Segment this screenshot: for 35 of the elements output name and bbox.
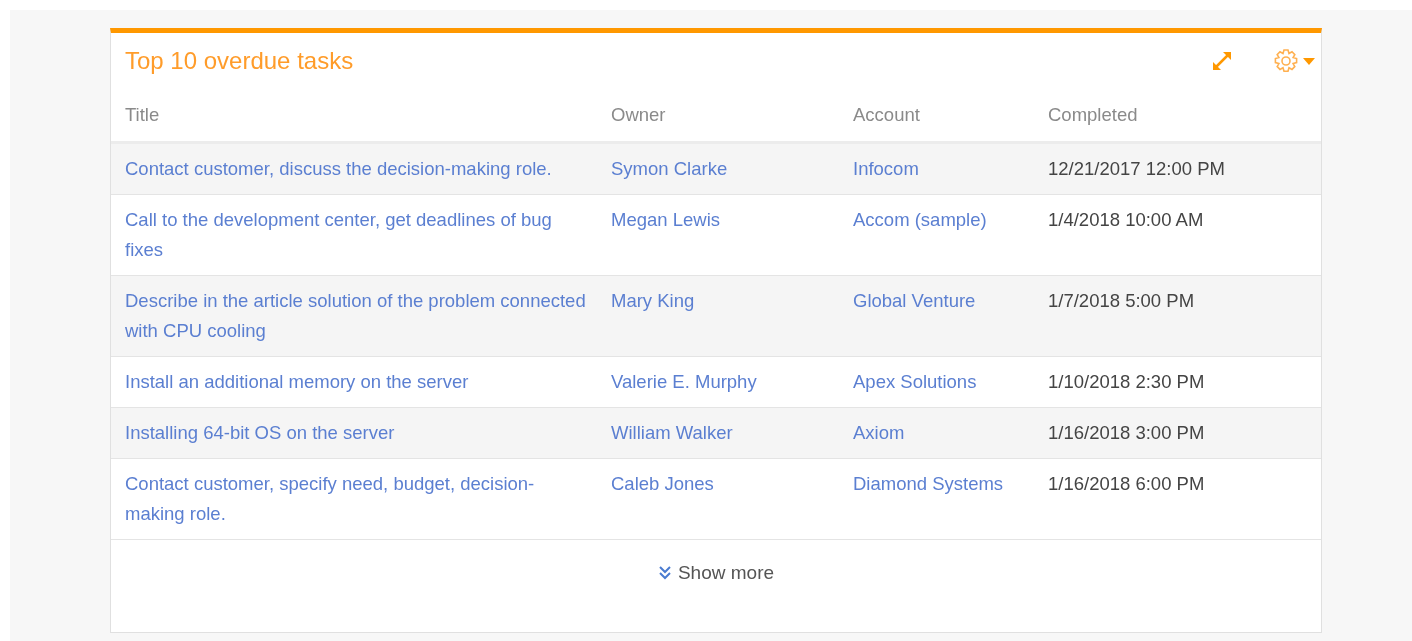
show-more-button[interactable]: Show more [657, 562, 775, 584]
date-cell-text: 1/7/2018 5:00 PM [1048, 289, 1196, 313]
date-cell-text: 1/10/2018 2:30 PM [1048, 370, 1206, 394]
owner-link[interactable]: Caleb Jones [611, 469, 853, 529]
owner-link[interactable]: Mary King [611, 286, 853, 346]
owner-link[interactable]: Symon Clarke [611, 154, 853, 184]
task-link[interactable]: Install an additional memory on the server [125, 367, 611, 397]
column-header[interactable]: Completed [1048, 104, 1307, 126]
date-cell-text: 12/21/2017 12:00 PM [1048, 157, 1226, 181]
column-header[interactable]: Account [853, 104, 1048, 126]
date-cell-text: 1/4/2018 10:00 AM [1048, 208, 1205, 232]
caret-icon [1303, 57, 1315, 65]
task-link[interactable]: Call to the development center, get deadlines of bug fixes [125, 205, 611, 265]
column-header[interactable]: Owner [611, 104, 853, 126]
task-link[interactable]: Contact customer, specify need, budget, decision-making role. [125, 469, 611, 529]
widget-title: Top 10 overdue tasks [125, 47, 355, 75]
owner-link[interactable]: Valerie E. Murphy [611, 367, 853, 397]
account-link[interactable]: Accom (sample) [853, 205, 1048, 265]
date-cell-text: 1/16/2018 3:00 PM [1048, 421, 1206, 445]
owner-link[interactable]: William Walker [611, 418, 853, 448]
task-link[interactable]: Installing 64-bit OS on the server [125, 418, 611, 448]
expand-icon[interactable] [1211, 50, 1233, 72]
column-header[interactable]: Title [125, 104, 611, 126]
task-link[interactable]: Describe in the article solution of the problem connected with CPU cooling [125, 286, 611, 346]
owner-link[interactable]: Megan Lewis [611, 205, 853, 265]
task-link[interactable]: Contact customer, discuss the decision-making role. [125, 154, 611, 184]
account-link[interactable]: Diamond Systems [853, 469, 1048, 529]
settings-menu[interactable] [1273, 48, 1315, 74]
account-link[interactable]: Global Venture [853, 286, 1048, 346]
settings-icon [1273, 48, 1299, 74]
account-link[interactable]: Apex Solutions [853, 367, 1048, 397]
account-link[interactable]: Axiom [853, 418, 1048, 448]
account-link[interactable]: Infocom [853, 154, 1048, 184]
date-cell-text: 1/16/2018 6:00 PM [1048, 472, 1206, 496]
double-chevron-icon [657, 565, 672, 581]
